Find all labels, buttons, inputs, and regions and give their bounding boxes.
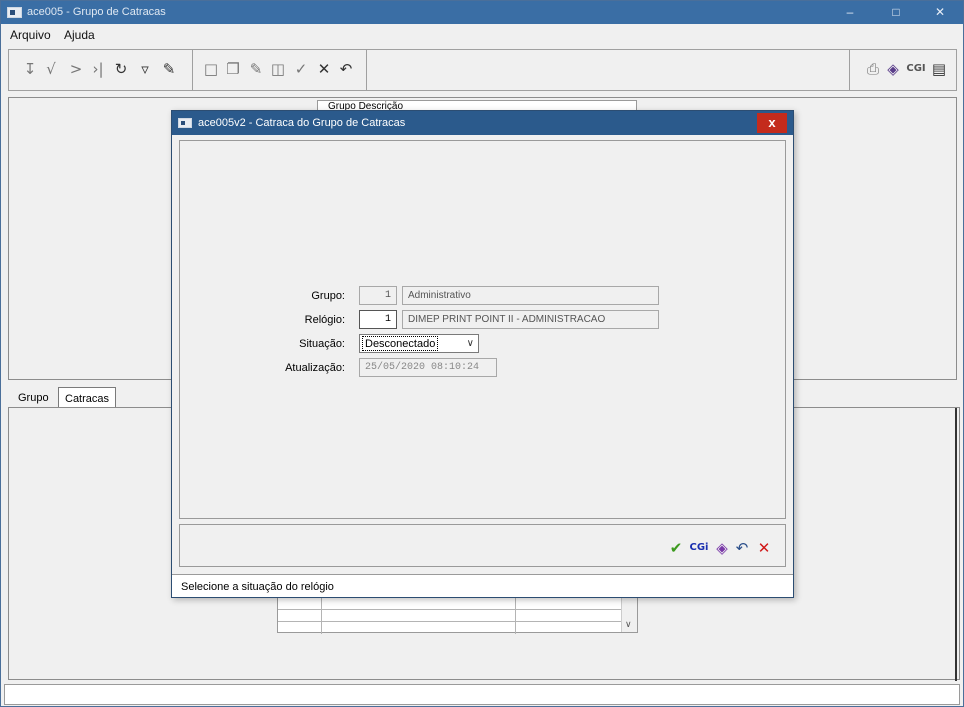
tab-grupo[interactable]: Grupo (18, 387, 49, 409)
cgi-icon[interactable]: CGI (904, 59, 928, 79)
dialog-app-icon (178, 118, 192, 128)
title-bar: ace005 - Grupo de Catracas – □ ✕ (1, 1, 963, 24)
prev-icon[interactable]: √ (42, 59, 60, 79)
report-icon[interactable]: ◈ (713, 539, 731, 557)
refresh-icon[interactable]: ↻ (112, 59, 130, 79)
app-icon (7, 7, 22, 18)
search-icon[interactable]: ✎ (160, 59, 178, 79)
situacao-selected-value: Desconectado (362, 336, 439, 351)
undo-button[interactable]: ↶ (733, 539, 751, 557)
minimize-button[interactable]: – (827, 1, 873, 24)
dialog-close-button[interactable]: x (757, 113, 787, 133)
grupo-code-field: 1 (359, 286, 397, 305)
catracas-grid[interactable]: ∨ (277, 596, 638, 634)
grid-row-line (278, 609, 623, 610)
copy-icon[interactable]: ❐ (224, 59, 242, 79)
main-status-bar (4, 684, 960, 705)
dialog-title: ace005v2 - Catraca do Grupo de Catracas (198, 117, 406, 129)
grupo-label: Grupo: (311, 290, 345, 302)
cancel-button[interactable]: ✕ (755, 539, 773, 557)
catraca-dialog: ace005v2 - Catraca do Grupo de Catracas … (171, 110, 794, 598)
new-icon[interactable]: □ (202, 59, 220, 79)
print-icon[interactable]: ⎙ (864, 59, 882, 79)
atualizacao-field: 25/05/2020 08:10:24 (359, 358, 497, 377)
grid-row-line (278, 621, 623, 622)
vertical-scrollbar[interactable]: ∨ (621, 597, 637, 632)
delete-icon[interactable]: ◫ (269, 59, 287, 79)
exit-icon[interactable]: ▤ (930, 59, 948, 79)
toolbar-separator (192, 50, 193, 90)
menu-bar: Arquivo Ajuda (1, 24, 963, 44)
toolbar-separator (366, 50, 367, 90)
first-icon[interactable]: ↧ (21, 59, 39, 79)
menu-ajuda[interactable]: Ajuda (64, 28, 95, 42)
report-icon[interactable]: ◈ (884, 59, 902, 79)
cancel-icon[interactable]: ✕ (315, 59, 333, 79)
tab-catracas[interactable]: Catracas (58, 387, 117, 409)
panel-border (955, 408, 957, 681)
maximize-button[interactable]: □ (873, 1, 919, 24)
relogio-code-input[interactable]: 1 (359, 310, 397, 329)
cgi-button[interactable]: CGi (687, 539, 711, 557)
dialog-status-bar: Selecione a situação do relógio (172, 574, 793, 597)
atualizacao-label: Atualização: (285, 362, 345, 374)
edit-icon[interactable]: ✎ (247, 59, 265, 79)
relogio-label: Relógio: (304, 314, 345, 326)
chevron-down-icon[interactable]: ∨ (625, 619, 632, 630)
relogio-desc-field: DIMEP PRINT POINT II - ADMINISTRACAO (402, 310, 659, 329)
next-icon[interactable]: > (67, 59, 85, 79)
dialog-button-panel: ✔ CGi ◈ ↶ ✕ (179, 524, 786, 567)
dialog-title-bar: ace005v2 - Catraca do Grupo de Catracas … (172, 111, 793, 135)
confirm-button[interactable]: ✔ (667, 539, 685, 557)
situacao-label: Situação: (299, 338, 345, 350)
toolbar-separator (849, 50, 850, 90)
grid-column-line (321, 597, 322, 634)
toolbar: ↧ √ > ›| ↻ ▿ ✎ □ ❐ ✎ ◫ ✓ ✕ ↶ ⎙ ◈ CGI ▤ (8, 49, 957, 91)
situacao-select[interactable]: Desconectado ∨ (359, 334, 479, 353)
window-title: ace005 - Grupo de Catracas (27, 6, 166, 18)
last-icon[interactable]: ›| (89, 59, 107, 79)
filter-icon[interactable]: ▿ (136, 59, 154, 79)
grupo-desc-field: Administrativo (402, 286, 659, 305)
undo-icon[interactable]: ↶ (337, 59, 355, 79)
dialog-form-panel: Grupo: 1 Administrativo Relógio: 1 DIMEP… (179, 140, 786, 519)
menu-arquivo[interactable]: Arquivo (10, 28, 51, 42)
close-button[interactable]: ✕ (917, 1, 963, 24)
confirm-icon[interactable]: ✓ (292, 59, 310, 79)
chevron-down-icon[interactable]: ∨ (467, 335, 474, 352)
grid-column-line (515, 597, 516, 634)
